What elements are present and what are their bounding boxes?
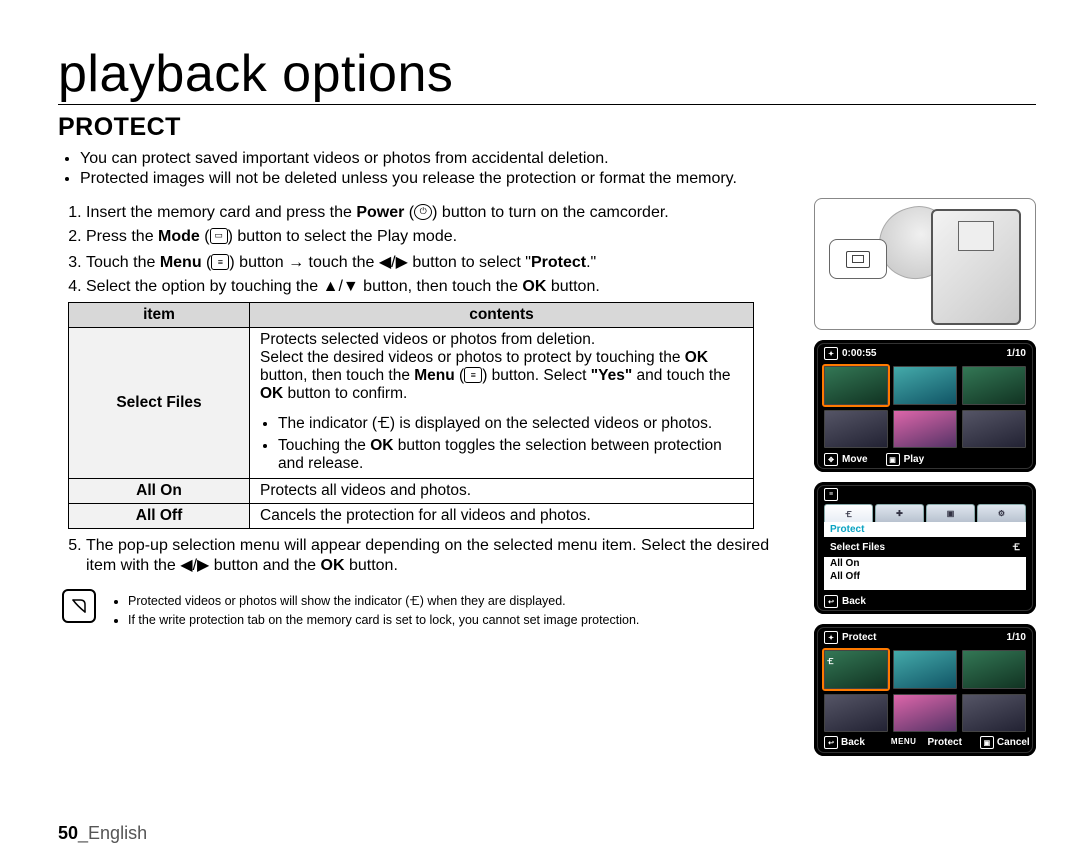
chapter-title: playback options — [58, 48, 1036, 105]
protect-indicator-icon: 🝗 — [827, 652, 834, 669]
row-item: All Off — [69, 504, 250, 529]
menu-list: Protect Select Files 🝗 All On All Off — [824, 522, 1026, 590]
tab-protect: 🝗 — [824, 504, 873, 522]
hint-cancel: Cancel — [997, 737, 1030, 748]
note-item: Protected videos or photos will show the… — [128, 587, 639, 613]
menu-icon: ≡ — [211, 254, 229, 270]
back-icon: ↩ — [824, 736, 838, 749]
page-number: 50 — [58, 823, 78, 843]
intro-bullets: You can protect saved important videos o… — [64, 150, 1036, 188]
section-heading: PROTECT — [58, 113, 1036, 142]
ok-icon: ▣ — [886, 453, 900, 466]
thumbnail — [824, 694, 888, 733]
menu-title: Protect — [824, 522, 1026, 537]
row-contents: Protects all videos and photos. — [250, 479, 754, 504]
sub-bullet: The indicator (🝗) is displayed on the se… — [278, 405, 743, 437]
tab: ▣ — [926, 504, 975, 522]
menu-option: All On — [824, 557, 1026, 570]
page-footer: 50_English — [58, 823, 147, 844]
hint-back: Back — [841, 737, 865, 748]
thumbnail-grid: 🝗 — [824, 650, 1026, 732]
table-row: Select Files Protects selected videos or… — [69, 328, 754, 479]
menu-key-icon: MENU — [883, 734, 925, 749]
hint-back: Back — [842, 596, 866, 607]
page-language: _English — [78, 823, 147, 843]
camcorder-illustration — [931, 209, 1021, 325]
dpad-icon: ✥ — [824, 453, 838, 466]
intro-bullet: You can protect saved important videos o… — [80, 150, 1036, 168]
table-row: All Off Cancels the protection for all v… — [69, 504, 754, 529]
menu-option-selected: Select Files 🝗 — [824, 537, 1026, 557]
thumbnail — [962, 650, 1026, 689]
key-icon: 🝗 — [1013, 538, 1020, 556]
mode-icon: ▭ — [210, 228, 228, 244]
thumbnail — [893, 366, 957, 405]
figure-column: ✦ 0:00:55 1/10 ✥ Move — [814, 198, 1036, 756]
thumbnail — [893, 694, 957, 733]
row-item: All On — [69, 479, 250, 504]
clip-time: 0:00:55 — [842, 348, 876, 359]
lcd-screen-protect: ✦ Protect 1/10 🝗 ↩ — [814, 624, 1036, 756]
thumbnail — [962, 410, 1026, 449]
menu-option: All Off — [824, 570, 1026, 583]
lcd-screen-thumbnails: ✦ 0:00:55 1/10 ✥ Move — [814, 340, 1036, 472]
mode-button-callout — [829, 239, 887, 279]
row-contents: Protects selected videos or photos from … — [250, 328, 754, 479]
thumbnail — [962, 366, 1026, 405]
step-5: The pop-up selection menu will appear de… — [86, 537, 798, 575]
hint-play: Play — [904, 454, 925, 465]
note-list: Protected videos or photos will show the… — [110, 587, 639, 627]
step-3: Touch the Menu (≡) button → touch the ◀/… — [86, 252, 798, 272]
note-box: Protected videos or photos will show the… — [62, 587, 798, 627]
manual-page: playback options PROTECT You can protect… — [0, 0, 1080, 866]
step-4: Select the option by touching the ▲/▼ bu… — [86, 278, 798, 296]
menu-icon: ≡ — [824, 488, 838, 501]
options-table: item contents Select Files Protects sele… — [68, 302, 754, 529]
step-1: Insert the memory card and press the Pow… — [86, 204, 798, 222]
thumbnail: 🝗 — [824, 650, 888, 689]
menu-icon: ≡ — [464, 367, 482, 383]
power-icon: ⏻ — [414, 204, 432, 220]
tab: ✚ — [875, 504, 924, 522]
thumbnail — [962, 694, 1026, 733]
menu-tabs: 🝗 ✚ ▣ ⚙ — [824, 504, 1026, 522]
clip-counter: 1/10 — [1007, 632, 1026, 643]
main-text-column: Insert the memory card and press the Pow… — [58, 198, 798, 756]
thumbnail-grid — [824, 366, 1026, 448]
clip-counter: 1/10 — [1007, 348, 1026, 359]
tab-settings: ⚙ — [977, 504, 1026, 522]
step-2: Press the Mode (▭) button to select the … — [86, 228, 798, 246]
note-item: If the write protection tab on the memor… — [128, 613, 639, 627]
video-icon: ✦ — [824, 347, 838, 360]
thumbnail — [893, 410, 957, 449]
row-contents: Cancels the protection for all videos an… — [250, 504, 754, 529]
hint-move: Move — [842, 454, 868, 465]
back-icon: ↩ — [824, 595, 838, 608]
video-icon: ✦ — [824, 631, 838, 644]
step-list: Insert the memory card and press the Pow… — [64, 204, 798, 296]
lcd-screen-menu: ≡ 🝗 ✚ ▣ ⚙ Protect Select Files 🝗 All On … — [814, 482, 1036, 614]
ok-icon: ▣ — [980, 736, 994, 749]
intro-bullet: Protected images will not be deleted unl… — [80, 170, 1036, 188]
row-item: Select Files — [69, 328, 250, 479]
sub-bullet: Touching the OK button toggles the selec… — [278, 437, 743, 473]
note-icon — [62, 589, 96, 623]
hint-protect: Protect — [927, 737, 961, 748]
th-item: item — [69, 303, 250, 328]
screen-title: Protect — [842, 632, 876, 643]
table-row: All On Protects all videos and photos. — [69, 479, 754, 504]
step-list-cont: The pop-up selection menu will appear de… — [64, 537, 798, 575]
thumbnail — [824, 366, 888, 405]
th-contents: contents — [250, 303, 754, 328]
device-diagram — [814, 198, 1036, 330]
thumbnail — [824, 410, 888, 449]
thumbnail — [893, 650, 957, 689]
mode-icon — [846, 251, 870, 268]
